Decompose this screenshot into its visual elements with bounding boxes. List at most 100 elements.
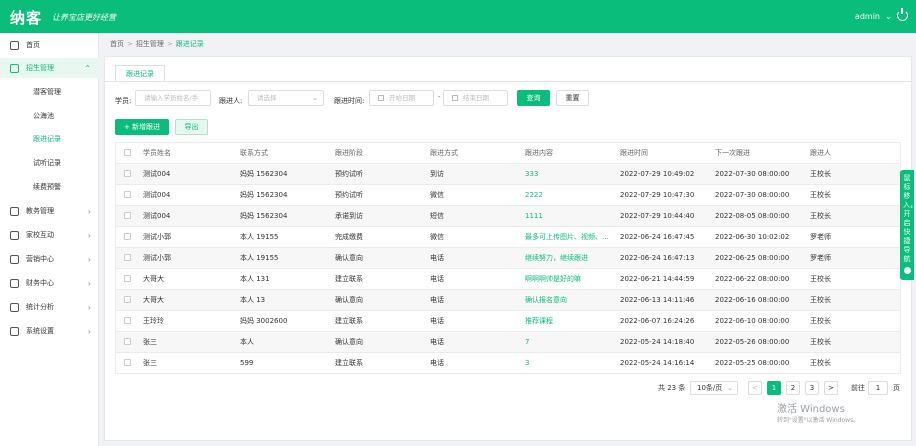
query-button[interactable]: 查询	[517, 90, 550, 106]
breadcrumb-recruitment[interactable]: 招生管理	[136, 40, 164, 48]
row-checkbox[interactable]	[116, 358, 140, 368]
row-checkbox[interactable]	[116, 316, 140, 326]
row-checkbox[interactable]	[116, 211, 140, 221]
page-3-button[interactable]: 3	[805, 381, 819, 395]
table-cell: 到访	[430, 170, 444, 178]
sidebar-item-settings[interactable]: 系统设置 ›	[0, 321, 99, 341]
table-cell: 电话	[430, 338, 444, 346]
follow-content-link[interactable]: 2222	[522, 191, 617, 199]
end-date-input[interactable]: 结束日期	[443, 90, 508, 106]
sidebar-item-finance[interactable]: 财务中心 ›	[0, 273, 99, 293]
row-checkbox[interactable]	[116, 274, 140, 284]
reset-button[interactable]: 重置	[556, 90, 589, 106]
table-row: 王玲玲 妈妈 3002600 建立联系 电话 推荐课程 2022-06-07 16:24:…	[116, 311, 900, 332]
table-cell: 大哥大	[143, 296, 164, 304]
book-icon	[10, 206, 19, 216]
sidebar-item-home[interactable]: 首页	[0, 35, 99, 55]
sidebar-item-academic[interactable]: 教务管理 ›	[0, 201, 99, 221]
follow-content-link[interactable]: 1111	[522, 212, 617, 220]
follow-content-link[interactable]: 啊啊啊帅是好的嘛	[522, 274, 617, 284]
row-checkbox[interactable]	[116, 337, 140, 347]
row-checkbox[interactable]	[116, 169, 140, 179]
range-separator: -	[438, 93, 441, 101]
sidebar-item-label: 招生管理	[26, 64, 54, 72]
follow-content-link[interactable]: 最多可上传图片、视频、...	[522, 232, 617, 242]
row-checkbox[interactable]	[116, 253, 140, 263]
time-label: 跟进时间:	[334, 97, 365, 105]
sidebar-item-marketing[interactable]: 营销中心 ›	[0, 249, 99, 269]
table-cell: 王校长	[810, 338, 831, 346]
table-header: 学员姓名 联系方式 跟进阶段 跟进方式 跟进内容 跟进时间 下一次跟进 跟进人	[116, 143, 900, 164]
sidebar-subitem-pool[interactable]: 公海池	[0, 106, 99, 126]
chart-icon	[10, 302, 19, 312]
sidebar-item-label: 营销中心	[26, 255, 54, 263]
select-all-checkbox[interactable]	[116, 148, 140, 158]
next-page-button[interactable]: >	[824, 381, 838, 395]
column-header: 联系方式	[240, 149, 268, 157]
sidebar-subitem-follow-records[interactable]: 跟进记录	[0, 129, 99, 149]
table-cell: 2022-07-29 10:49:02	[620, 170, 695, 178]
table-cell: 2022-07-30 08:00:00	[715, 191, 790, 199]
sidebar-item-home-school[interactable]: 家校互动 ›	[0, 225, 99, 245]
table-cell: 王校长	[810, 296, 831, 304]
home-icon	[10, 40, 19, 50]
sidebar-subitem-prospects[interactable]: 潜客管理	[0, 82, 99, 102]
student-search-input[interactable]: 请输入学员姓名/手	[135, 90, 211, 106]
follow-content-link[interactable]: 继续努力，继续跟进	[522, 253, 617, 263]
table-cell: 微信	[430, 191, 444, 199]
follow-content-link[interactable]: 推荐课程	[522, 316, 617, 326]
table-cell: 2022-06-16 08:00:00	[715, 296, 790, 304]
main-card: 跟进记录 学员: 请输入学员姓名/手 跟进人: 请选择 ⌄ 跟进时间: 开始日期…	[104, 56, 912, 441]
goto-suffix: 页	[893, 384, 900, 392]
table-row: 张三 599 建立联系 电话 3 2022-05-24 14:16:14 2022-05-2…	[116, 353, 900, 374]
row-checkbox[interactable]	[116, 295, 140, 305]
user-menu[interactable]: admin	[855, 12, 880, 21]
column-header: 跟进人	[810, 149, 831, 157]
chevron-down-icon[interactable]: ⌄	[885, 12, 892, 21]
table-cell: 2022-06-24 16:47:13	[620, 254, 695, 262]
sidebar-subitem-trial-records[interactable]: 试听记录	[0, 153, 99, 173]
megaphone-icon	[10, 254, 19, 264]
row-checkbox[interactable]	[116, 190, 140, 200]
tab-follow-records[interactable]: 跟进记录	[115, 65, 165, 82]
export-button[interactable]: 导出	[175, 119, 208, 135]
sidebar-item-label: 财务中心	[26, 279, 54, 287]
column-header: 跟进时间	[620, 149, 648, 157]
follower-select[interactable]: 请选择 ⌄	[248, 90, 324, 106]
sidebar-item-statistics[interactable]: 统计分析 ›	[0, 297, 99, 317]
table-cell: 建立联系	[335, 275, 363, 283]
sidebar-subitem-renewal-warning[interactable]: 续费预警	[0, 177, 99, 197]
table-cell: 王校长	[810, 317, 831, 325]
power-icon[interactable]	[897, 8, 908, 21]
table-cell: 2022-06-24 16:47:45	[620, 233, 695, 241]
quick-nav-tab[interactable]: 鼠标移入，开启快捷导航	[900, 170, 916, 280]
follow-content-link[interactable]: 333	[522, 170, 617, 178]
table-cell: 电话	[430, 275, 444, 283]
add-follow-button[interactable]: + 新增跟进	[115, 119, 169, 135]
follow-content-link[interactable]: 7	[522, 338, 617, 346]
table-cell: 2022-07-30 08:00:00	[715, 170, 790, 178]
page-1-button[interactable]: 1	[767, 381, 781, 395]
sidebar-item-recruitment[interactable]: 招生管理 ⌃	[0, 58, 99, 78]
page-2-button[interactable]: 2	[786, 381, 800, 395]
start-date-placeholder: 开始日期	[389, 94, 415, 102]
table-cell: 短信	[430, 212, 444, 220]
table-row: 测试004 妈妈 1562304 预约试听 微信 2222 2022-07-29 10:4…	[116, 185, 900, 206]
start-date-input[interactable]: 开始日期	[369, 90, 434, 106]
table-cell: 测试004	[143, 191, 171, 199]
page-size-select[interactable]: 10条/页 ⌄	[690, 381, 738, 395]
table-cell: 大哥大	[143, 275, 164, 283]
total-count: 共 23 条	[658, 384, 686, 392]
table-cell: 测试004	[143, 170, 171, 178]
follower-label: 跟进人:	[219, 97, 243, 105]
table-cell: 本人 13	[240, 296, 266, 304]
chevron-up-icon: ⌃	[84, 63, 91, 73]
breadcrumb-home[interactable]: 首页	[110, 40, 124, 48]
prev-page-button[interactable]: <	[748, 381, 762, 395]
follow-content-link[interactable]: 3	[522, 359, 617, 367]
end-date-placeholder: 结束日期	[463, 94, 489, 102]
goto-page-input[interactable]: 1	[868, 381, 888, 395]
follow-content-link[interactable]: 确认报名意向	[522, 295, 617, 305]
follower-select-value: 请选择	[257, 94, 277, 102]
row-checkbox[interactable]	[116, 232, 140, 242]
